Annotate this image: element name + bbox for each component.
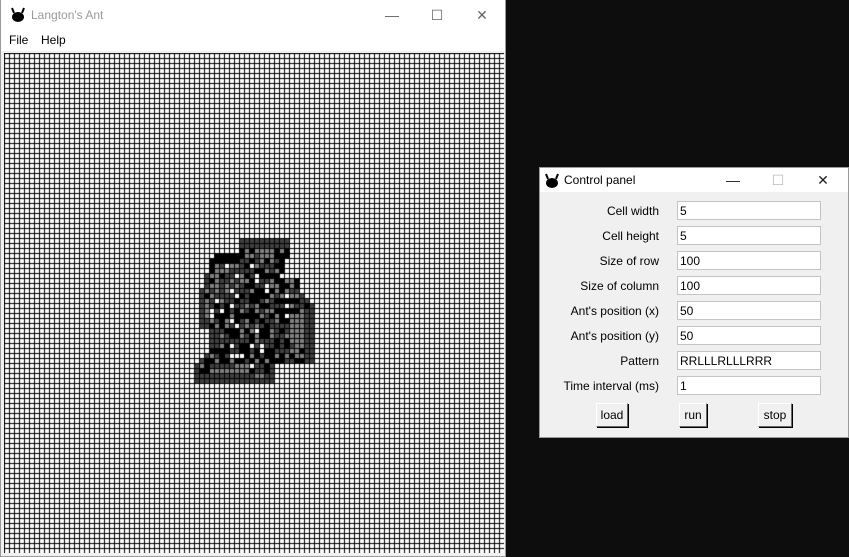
maximize-button: ☐ [771,171,785,188]
ant-icon [11,7,25,22]
ant-position-x-label: Ant's position (x) [570,304,659,318]
menu-help[interactable]: Help [41,33,66,47]
control-panel-title: Control panel [564,173,636,187]
ant-grid-canvas[interactable] [4,53,504,553]
field-row-ant-y: Ant's position (y) [540,323,849,348]
ant-icon [545,173,559,188]
maximize-button[interactable]: ☐ [414,0,460,30]
size-of-row-input[interactable] [677,251,821,270]
field-row-time-interval: Time interval (ms) [540,373,849,398]
pattern-input[interactable] [677,351,821,370]
field-row-size-of-row: Size of row [540,248,849,273]
main-window: Langton's Ant — ☐ ✕ File Help [0,0,506,557]
time-interval-input[interactable] [677,376,821,395]
field-row-ant-x: Ant's position (x) [540,298,849,323]
size-of-row-label: Size of row [599,254,659,268]
control-panel-window: Control panel — ☐ ✕ Cell width Cell heig… [539,167,849,438]
cell-width-label: Cell width [606,204,659,218]
menubar: File Help [1,30,505,51]
close-button[interactable]: ✕ [459,0,505,30]
minimize-button[interactable]: — [710,168,756,192]
field-row-cell-height: Cell height [540,223,849,248]
load-button[interactable]: load [596,403,628,427]
run-button[interactable]: run [679,403,707,427]
control-panel-titlebar[interactable]: Control panel — ☐ ✕ [540,168,848,192]
window-title: Langton's Ant [31,8,104,22]
menu-file[interactable]: File [9,33,28,47]
main-titlebar[interactable]: Langton's Ant — ☐ ✕ [1,0,505,30]
cell-height-label: Cell height [602,229,659,243]
field-row-cell-width: Cell width [540,198,849,223]
size-of-column-input[interactable] [677,276,821,295]
cell-height-input[interactable] [677,226,821,245]
pattern-label: Pattern [620,354,659,368]
ant-position-x-input[interactable] [677,301,821,320]
time-interval-label: Time interval (ms) [563,379,659,393]
stop-button[interactable]: stop [758,403,792,427]
ant-position-y-label: Ant's position (y) [570,329,659,343]
minimize-button[interactable]: — [369,0,415,30]
cell-width-input[interactable] [677,201,821,220]
field-row-size-of-column: Size of column [540,273,849,298]
size-of-column-label: Size of column [580,279,659,293]
field-row-pattern: Pattern [540,348,849,373]
ant-position-y-input[interactable] [677,326,821,345]
close-button[interactable]: ✕ [800,168,846,192]
